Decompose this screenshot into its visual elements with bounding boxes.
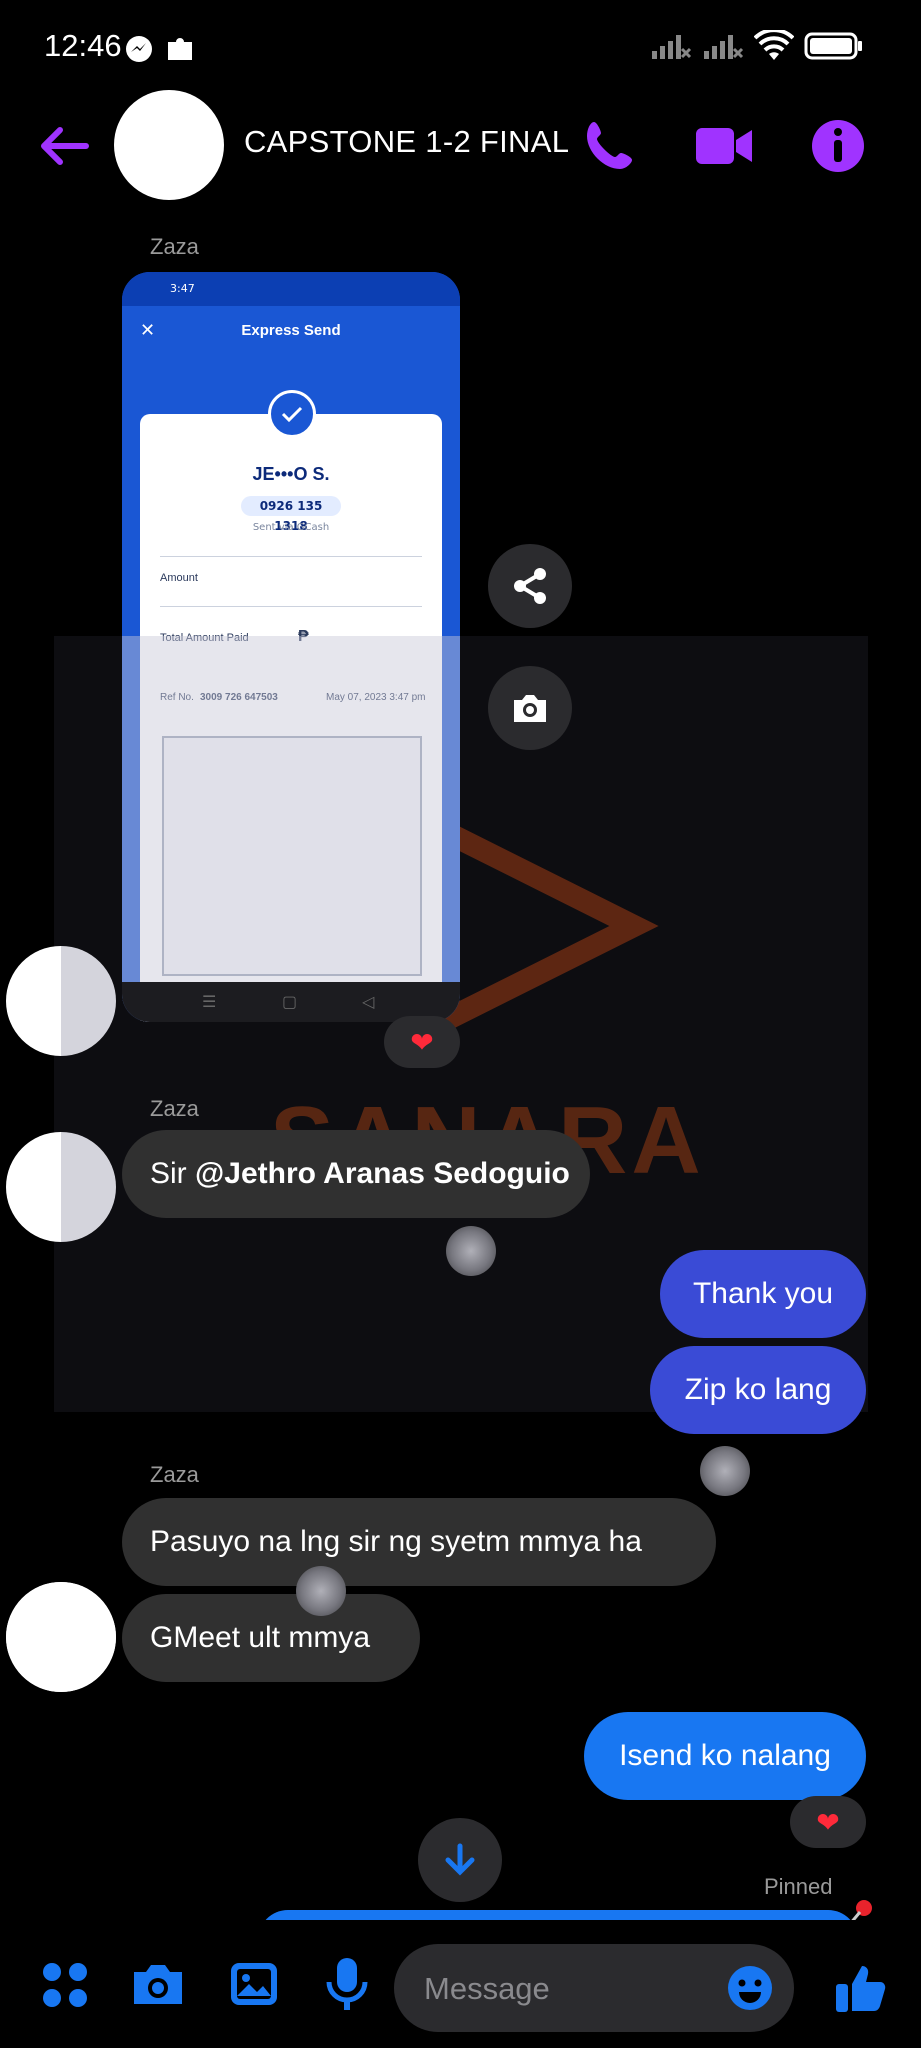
heart-icon: ❤ bbox=[816, 1805, 840, 1839]
pinned-label: Pinned bbox=[764, 1874, 833, 1899]
system-status-icons bbox=[650, 30, 864, 62]
receipt-title: Express Send bbox=[241, 322, 341, 339]
mention-link[interactable]: @Jethro Aranas Sedoguio bbox=[195, 1157, 570, 1190]
arrow-down-icon bbox=[445, 1843, 475, 1876]
image-tint bbox=[122, 636, 460, 1022]
sender-name: Zaza bbox=[150, 1462, 199, 1487]
receipt-phone: 0926 135 1318 bbox=[241, 496, 341, 533]
sender-avatar[interactable] bbox=[6, 1582, 116, 1692]
save-photo-button[interactable] bbox=[488, 666, 572, 750]
menu-icon: ☰ bbox=[202, 992, 217, 1011]
divider bbox=[160, 556, 422, 557]
receipt-sent-via: Sent via GCash bbox=[252, 522, 330, 533]
message-bubble-outgoing[interactable]: Thank you bbox=[660, 1250, 866, 1338]
reaction-heart[interactable]: ❤ bbox=[384, 1016, 460, 1068]
receipt-status-bar: 3:47 bbox=[122, 272, 460, 306]
signal-icon-1 bbox=[652, 35, 692, 59]
reaction-heart[interactable]: ❤ bbox=[790, 1796, 866, 1848]
read-receipt-avatar bbox=[700, 1446, 750, 1496]
group-avatar[interactable] bbox=[114, 90, 224, 200]
message-bubble-outgoing[interactable]: Zip ko lang bbox=[650, 1346, 866, 1434]
video-call-icon[interactable] bbox=[694, 116, 754, 176]
message-bubble-incoming[interactable]: Sir @Jethro Aranas Sedoguio bbox=[122, 1130, 590, 1218]
home-icon: ▢ bbox=[282, 992, 298, 1011]
message-bubble-incoming[interactable]: Pasuyo na lng sir ng syetm mmya ha bbox=[122, 1498, 716, 1586]
message-input-field[interactable] bbox=[394, 1944, 794, 2034]
status-time: 12:46 bbox=[44, 28, 122, 63]
heart-icon: ❤ bbox=[410, 1025, 434, 1059]
back-icon: ◁ bbox=[362, 992, 375, 1011]
message-bubble-incoming[interactable]: GMeet ult mmya bbox=[122, 1594, 420, 1682]
messenger-notification-icon bbox=[124, 34, 154, 68]
apps-menu-icon[interactable] bbox=[40, 1960, 90, 2014]
emoji-icon[interactable] bbox=[726, 1964, 774, 2016]
microphone-icon[interactable] bbox=[322, 1956, 372, 2016]
sender-name: Zaza bbox=[150, 234, 199, 259]
thumbs-up-icon[interactable] bbox=[832, 1960, 888, 2020]
wifi-icon bbox=[754, 30, 794, 60]
signal-icon-2 bbox=[704, 35, 744, 59]
info-icon[interactable] bbox=[808, 116, 868, 176]
sender-name: Zaza bbox=[150, 1096, 199, 1121]
share-button[interactable] bbox=[488, 544, 572, 628]
read-receipt-avatar bbox=[446, 1226, 496, 1276]
amount-label: Amount bbox=[160, 572, 198, 584]
camera-icon bbox=[514, 695, 546, 722]
message-text: Sir bbox=[150, 1157, 195, 1190]
conversation-title[interactable]: CAPSTONE 1-2 FINAL bbox=[244, 124, 569, 160]
puzzle-notification-icon bbox=[164, 32, 196, 68]
divider bbox=[160, 606, 422, 607]
sender-avatar[interactable] bbox=[6, 946, 116, 1056]
sender-avatar[interactable] bbox=[6, 1132, 116, 1242]
receipt-recipient: JE•••O S. bbox=[252, 464, 330, 484]
share-icon bbox=[514, 568, 546, 604]
battery-icon bbox=[804, 32, 862, 60]
shared-image-receipt[interactable]: 3:47 ✕ Express Send JE•••O S. 0926 135 1… bbox=[122, 272, 460, 1022]
gallery-icon[interactable] bbox=[228, 1958, 280, 2014]
camera-icon[interactable] bbox=[130, 1958, 186, 2014]
message-input[interactable] bbox=[422, 1944, 726, 2034]
scroll-to-bottom-button[interactable] bbox=[418, 1818, 502, 1902]
read-receipt-avatar bbox=[296, 1566, 346, 1616]
phone-call-icon[interactable] bbox=[580, 116, 640, 176]
back-arrow-icon[interactable] bbox=[36, 118, 92, 174]
receipt-time: 3:47 bbox=[170, 282, 195, 295]
message-bubble-outgoing[interactable]: Isend ko nalang bbox=[584, 1712, 866, 1800]
checkmark-icon bbox=[268, 390, 316, 438]
